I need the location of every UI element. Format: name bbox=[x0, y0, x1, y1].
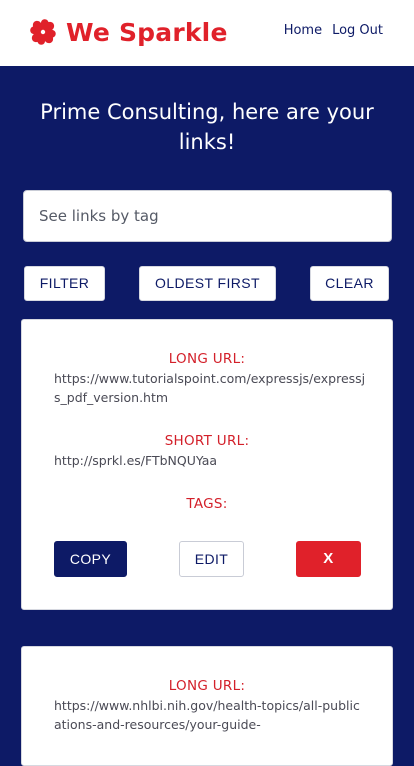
brand-logo[interactable]: We Sparkle bbox=[26, 16, 228, 50]
list-controls: FILTER OLDEST FIRST CLEAR bbox=[0, 266, 414, 301]
nav-logout-link[interactable]: Log Out bbox=[332, 22, 383, 40]
page-title: Prime Consulting, here are your links! bbox=[40, 100, 374, 154]
long-url-value: https://www.nhlbi.nih.gov/health-topics/… bbox=[54, 698, 360, 732]
filter-button[interactable]: FILTER bbox=[24, 266, 105, 301]
link-card: LONG URL: https://www.tutorialspoint.com… bbox=[21, 319, 393, 610]
tags-label: TAGS: bbox=[186, 496, 228, 512]
short-url-label: SHORT URL: bbox=[164, 433, 250, 449]
edit-button[interactable]: EDIT bbox=[179, 541, 244, 577]
short-url-value: http://sprkl.es/FTbNQUYaa bbox=[54, 453, 218, 468]
long-url-value: https://www.tutorialspoint.com/expressjs… bbox=[54, 371, 366, 405]
oldest-first-button[interactable]: OLDEST FIRST bbox=[139, 266, 276, 301]
tag-search-input[interactable] bbox=[23, 190, 392, 242]
link-card: LONG URL: https://www.nhlbi.nih.gov/heal… bbox=[21, 646, 393, 766]
long-url-label: LONG URL: bbox=[168, 351, 246, 367]
app-header: We Sparkle Home Log Out bbox=[0, 0, 414, 66]
copy-button[interactable]: COPY bbox=[54, 541, 127, 577]
clover-logo-icon bbox=[30, 19, 56, 45]
clear-button[interactable]: CLEAR bbox=[310, 266, 389, 301]
long-url-label: LONG URL: bbox=[168, 678, 246, 694]
top-nav: Home Log Out bbox=[284, 22, 383, 40]
nav-home-link[interactable]: Home bbox=[284, 22, 322, 40]
brand-name: We Sparkle bbox=[66, 18, 228, 47]
delete-button[interactable]: X bbox=[296, 541, 361, 577]
